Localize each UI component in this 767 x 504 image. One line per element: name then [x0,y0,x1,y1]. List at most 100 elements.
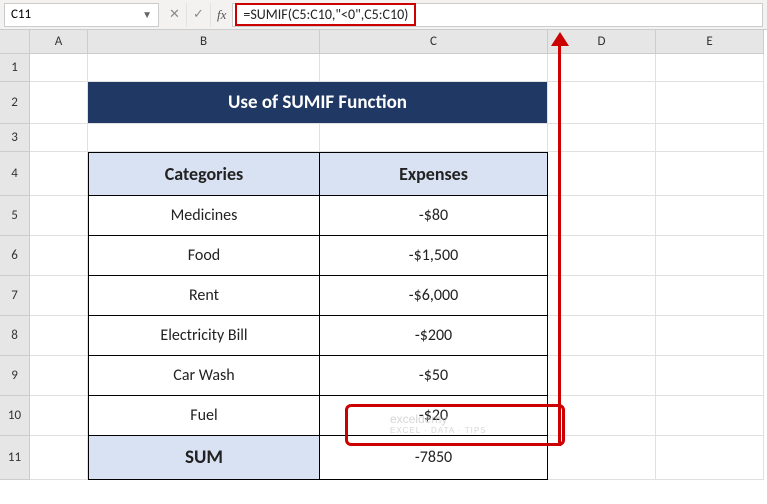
watermark-name: exceldemy [390,412,447,426]
cell-d6[interactable] [548,236,656,276]
cat-3: Electricity Bill [160,326,247,345]
cell-c7[interactable]: -$6,000 [320,276,548,316]
cell-e11[interactable] [656,436,764,480]
row-header-10[interactable]: 10 [0,396,30,436]
name-box-value: C11 [11,7,31,22]
name-box-dropdown-icon[interactable]: ▼ [142,8,152,21]
cell-e2[interactable] [656,82,764,124]
sum-label-cell[interactable]: SUM [88,436,320,480]
cell-b3[interactable] [88,124,320,152]
cell-b7[interactable]: Rent [88,276,320,316]
cell-a7[interactable] [30,276,88,316]
cell-e4[interactable] [656,152,764,196]
cell-a11[interactable] [30,436,88,480]
cancel-formula-icon: ✕ [163,3,187,27]
cell-c5[interactable]: -$80 [320,196,548,236]
watermark: exceldemy EXCEL · DATA · TIPS [390,412,487,435]
exp-3: -$200 [415,326,452,345]
annotation-arrow-line [558,39,561,446]
formula-input[interactable]: =SUMIF(C5:C10,"<0",C5:C10) [232,3,763,27]
exp-2: -$6,000 [409,286,458,305]
col-header-e[interactable]: E [656,30,764,54]
row-header-2[interactable]: 2 [0,82,30,124]
title-cell[interactable]: Use of SUMIF Function [88,82,548,124]
cell-b5[interactable]: Medicines [88,196,320,236]
cell-a2[interactable] [30,82,88,124]
cell-c3[interactable] [320,124,548,152]
formula-bar: C11 ▼ ✕ ✓ fx =SUMIF(C5:C10,"<0",C5:C10) [0,0,767,30]
sum-value-cell[interactable]: -7850 [320,436,548,480]
cell-a4[interactable] [30,152,88,196]
cell-c1[interactable] [320,54,548,82]
fx-icon[interactable]: fx [211,7,232,23]
row-header-11[interactable]: 11 [0,436,30,480]
row-header-8[interactable]: 8 [0,316,30,356]
cell-a5[interactable] [30,196,88,236]
cell-b6[interactable]: Food [88,236,320,276]
cell-d2[interactable] [548,82,656,124]
cell-b10[interactable]: Fuel [88,396,320,436]
formula-text: =SUMIF(C5:C10,"<0",C5:C10) [235,3,416,26]
header-expenses-text: Expenses [399,163,468,185]
row-header-3[interactable]: 3 [0,124,30,152]
cell-d5[interactable] [548,196,656,236]
cell-c6[interactable]: -$1,500 [320,236,548,276]
cell-e8[interactable] [656,316,764,356]
cell-d3[interactable] [548,124,656,152]
cell-c9[interactable]: -$50 [320,356,548,396]
cat-1: Food [188,246,220,265]
header-categories-text: Categories [165,163,243,185]
name-box[interactable]: C11 ▼ [4,3,159,27]
cat-5: Fuel [190,406,217,425]
cell-b1[interactable] [88,54,320,82]
col-header-c[interactable]: C [320,30,548,54]
title-text: Use of SUMIF Function [228,91,407,114]
exp-1: -$1,500 [409,246,458,265]
cell-e7[interactable] [656,276,764,316]
cell-e9[interactable] [656,356,764,396]
row-header-7[interactable]: 7 [0,276,30,316]
column-headers: A B C D E [30,30,764,54]
confirm-formula-icon: ✓ [187,3,211,27]
cell-a3[interactable] [30,124,88,152]
col-header-a[interactable]: A [30,30,88,54]
sum-value-text: -7850 [415,448,452,467]
row-header-4[interactable]: 4 [0,152,30,196]
row-header-6[interactable]: 6 [0,236,30,276]
cell-e10[interactable] [656,396,764,436]
header-categories[interactable]: Categories [88,152,320,196]
watermark-tag: EXCEL · DATA · TIPS [390,426,487,435]
cell-e1[interactable] [656,54,764,82]
row-headers: 1 2 3 4 5 6 7 8 9 10 11 [0,54,30,480]
cat-4: Car Wash [173,366,234,385]
select-all-corner[interactable] [0,30,30,54]
exp-0: -$80 [419,206,448,225]
cell-d10[interactable] [548,396,656,436]
cell-b9[interactable]: Car Wash [88,356,320,396]
cell-d9[interactable] [548,356,656,396]
spreadsheet-grid: 1 2 3 4 5 6 7 8 9 10 11 A B C D E [0,30,767,480]
row-header-1[interactable]: 1 [0,54,30,82]
cell-d1[interactable] [548,54,656,82]
cell-d4[interactable] [548,152,656,196]
cell-d11[interactable] [548,436,656,480]
cell-a8[interactable] [30,316,88,356]
cell-a1[interactable] [30,54,88,82]
cat-0: Medicines [171,206,238,225]
exp-4: -$50 [419,366,448,385]
cell-b8[interactable]: Electricity Bill [88,316,320,356]
cell-a10[interactable] [30,396,88,436]
col-header-b[interactable]: B [88,30,320,54]
sum-label-text: SUM [185,446,223,469]
row-header-9[interactable]: 9 [0,356,30,396]
cell-e5[interactable] [656,196,764,236]
cell-d7[interactable] [548,276,656,316]
row-header-5[interactable]: 5 [0,196,30,236]
header-expenses[interactable]: Expenses [320,152,548,196]
cell-c8[interactable]: -$200 [320,316,548,356]
cell-e6[interactable] [656,236,764,276]
cell-a9[interactable] [30,356,88,396]
cell-d8[interactable] [548,316,656,356]
cell-a6[interactable] [30,236,88,276]
cell-e3[interactable] [656,124,764,152]
